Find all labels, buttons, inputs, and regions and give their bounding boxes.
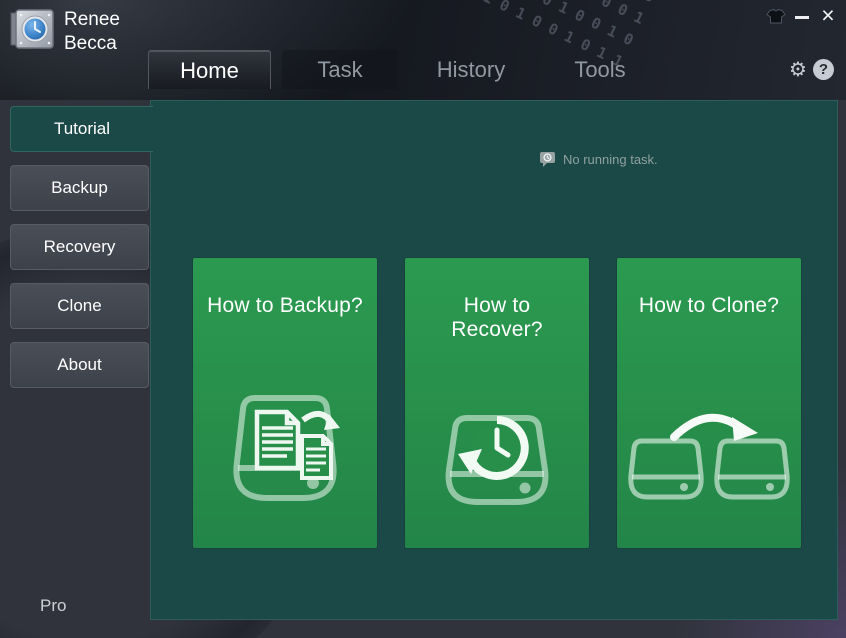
tab-home[interactable]: Home [148, 50, 271, 89]
minimize-button[interactable] [795, 7, 811, 25]
sidebar-item-backup[interactable]: Backup [10, 165, 149, 211]
card-how-to-clone[interactable]: How to Clone? [617, 258, 801, 548]
main-panel: No running task. How to Backup? How to R… [150, 100, 838, 620]
edition-label: Pro [40, 596, 67, 615]
sidebar-item-recovery[interactable]: Recovery [10, 224, 149, 270]
minimize-icon [795, 16, 809, 19]
change-skin-button[interactable] [766, 8, 786, 29]
tab-task[interactable]: Task [282, 50, 398, 89]
backup-documents-drive-icon [233, 395, 340, 501]
card-title: How to Clone? [638, 294, 780, 317]
speech-bubble-clock-icon [540, 152, 555, 167]
close-button[interactable]: × [816, 3, 840, 27]
shirt-icon [766, 8, 786, 24]
card-title: How to Backup? [207, 294, 363, 317]
settings-gear-icon[interactable]: ⚙ [786, 57, 810, 81]
app-title: Renee Becca [64, 8, 120, 56]
time-machine-drive-icon [445, 415, 549, 505]
clone-drives-arrow-icon [628, 413, 790, 500]
sidebar-nav: Tutorial Backup Recovery Clone About [10, 106, 153, 401]
sidebar-item-tutorial[interactable]: Tutorial [10, 106, 153, 152]
running-task-status: No running task. [539, 151, 658, 168]
title-bar: 01001011001010011010010110 1001010011010… [0, 0, 846, 100]
card-how-to-backup[interactable]: How to Backup? [193, 258, 377, 548]
renee-becca-window: 01001011001010011010010110 1001010011010… [0, 0, 846, 638]
sidebar-item-clone[interactable]: Clone [10, 283, 149, 329]
app-logo-safe-icon [10, 9, 54, 49]
card-how-to-recover[interactable]: How to Recover? [405, 258, 589, 548]
status-text: No running task. [563, 152, 658, 167]
help-icon[interactable]: ? [813, 59, 834, 80]
tab-history[interactable]: History [412, 50, 530, 89]
app-title-line2: Becca [64, 33, 117, 54]
sidebar-item-about[interactable]: About [10, 342, 149, 388]
app-title-line1: Renee [64, 9, 120, 30]
card-title: How to Recover? [451, 294, 543, 341]
tab-tools[interactable]: Tools [544, 50, 656, 89]
